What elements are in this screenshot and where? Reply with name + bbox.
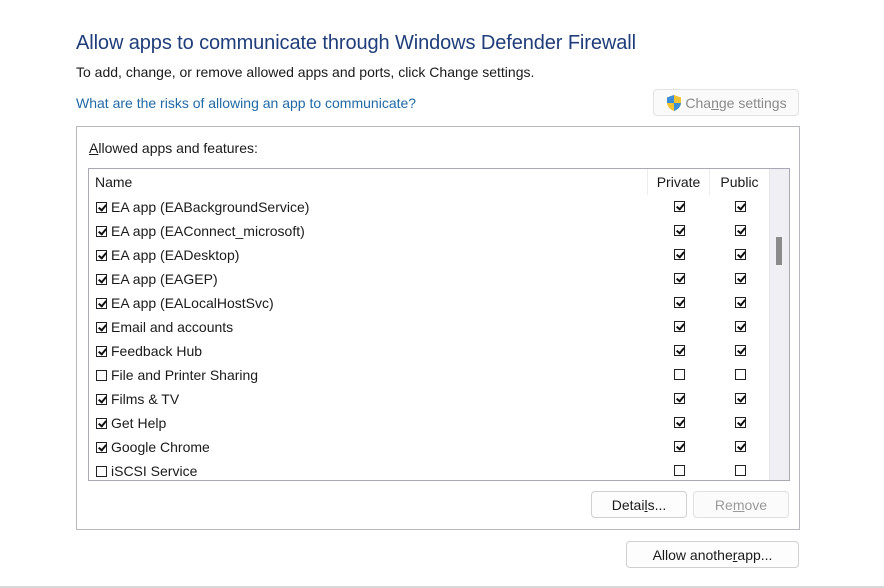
app-enabled-checkbox[interactable] [96,249,107,261]
app-enabled-checkbox[interactable] [96,201,107,213]
column-header-private[interactable]: Private [647,169,709,195]
app-enabled-checkbox[interactable] [96,369,107,381]
details-button[interactable]: Detai l s... [591,491,687,518]
private-checkbox[interactable] [674,345,685,356]
app-name: Films & TV [111,391,180,407]
app-name: Google Chrome [111,439,210,455]
public-checkbox[interactable] [735,321,746,332]
public-checkbox[interactable] [735,369,746,380]
private-checkbox[interactable] [674,369,685,380]
app-name-cell: File and Printer Sharing [96,366,258,384]
column-header-name[interactable]: Name [95,169,132,195]
app-row[interactable]: Films & TV [89,387,770,411]
public-checkbox[interactable] [735,441,746,452]
app-name: EA app (EAGEP) [111,271,218,287]
private-checkbox[interactable] [674,297,685,308]
page-description: To add, change, or remove allowed apps a… [76,64,535,80]
app-name: Email and accounts [111,319,234,335]
allowed-apps-label: Allowed apps and features: [89,140,258,156]
app-name: EA app (EADesktop) [111,247,240,263]
app-enabled-checkbox[interactable] [96,393,107,405]
private-checkbox[interactable] [674,225,685,236]
public-checkbox[interactable] [735,345,746,356]
app-name-cell: EA app (EAConnect_microsoft) [96,222,305,240]
app-name-cell: Films & TV [96,390,179,408]
public-checkbox[interactable] [735,201,746,212]
app-row[interactable]: iSCSI Service [89,459,770,480]
app-row[interactable]: EA app (EAConnect_microsoft) [89,219,770,243]
public-checkbox[interactable] [735,297,746,308]
app-enabled-checkbox[interactable] [96,441,107,453]
private-checkbox[interactable] [674,393,685,404]
app-name: iSCSI Service [111,463,198,479]
app-enabled-checkbox[interactable] [96,417,107,429]
private-checkbox[interactable] [674,249,685,260]
app-row[interactable]: Feedback Hub [89,339,770,363]
public-checkbox[interactable] [735,417,746,428]
app-rows: EA app (EABackgroundService) EA app (EACo… [89,195,770,480]
app-row[interactable]: Google Chrome [89,435,770,459]
app-row[interactable]: EA app (EALocalHostSvc) [89,291,770,315]
private-checkbox[interactable] [674,417,685,428]
private-checkbox[interactable] [674,441,685,452]
change-settings-label: Change settings [685,94,787,111]
private-checkbox[interactable] [674,321,685,332]
app-enabled-checkbox[interactable] [96,321,107,333]
app-name: File and Printer Sharing [111,367,259,383]
public-checkbox[interactable] [735,393,746,404]
app-enabled-checkbox[interactable] [96,297,107,309]
app-enabled-checkbox[interactable] [96,465,107,477]
app-enabled-checkbox[interactable] [96,345,107,357]
app-row[interactable]: EA app (EABackgroundService) [89,195,770,219]
app-name: Get Help [111,415,167,431]
allow-another-app-button[interactable]: Allow anothe r app... [626,541,799,568]
app-name-cell: Feedback Hub [96,342,202,360]
app-enabled-checkbox[interactable] [96,225,107,237]
vertical-scrollbar[interactable] [769,169,789,480]
app-name: Feedback Hub [111,343,203,359]
public-checkbox[interactable] [735,225,746,236]
app-name-cell: EA app (EAGEP) [96,270,218,288]
private-checkbox[interactable] [674,465,685,476]
private-checkbox[interactable] [674,201,685,212]
app-name-cell: Google Chrome [96,438,210,456]
remove-button[interactable]: Re m ove [693,491,789,518]
app-row[interactable]: EA app (EADesktop) [89,243,770,267]
app-name-cell: EA app (EALocalHostSvc) [96,294,274,312]
column-header-public[interactable]: Public [709,169,770,195]
public-checkbox[interactable] [735,249,746,260]
app-row[interactable]: EA app (EAGEP) [89,267,770,291]
app-enabled-checkbox[interactable] [96,273,107,285]
column-header-row: Name Private Public [89,169,770,195]
app-name: EA app (EAConnect_microsoft) [111,223,305,239]
app-name: EA app (EABackgroundService) [111,199,310,215]
private-checkbox[interactable] [674,273,685,284]
allowed-apps-list[interactable]: Name Private Public EA app (EABackground… [88,168,790,481]
app-row[interactable]: Get Help [89,411,770,435]
risks-link[interactable]: What are the risks of allowing an app to… [76,95,416,111]
public-checkbox[interactable] [735,465,746,476]
change-settings-button[interactable]: Change settings [653,89,799,116]
app-name-cell: Get Help [96,414,166,432]
public-checkbox[interactable] [735,273,746,284]
uac-shield-icon [667,94,682,111]
app-row[interactable]: File and Printer Sharing [89,363,770,387]
app-name: EA app (EALocalHostSvc) [111,295,274,311]
app-name-cell: iSCSI Service [96,462,197,480]
app-name-cell: EA app (EADesktop) [96,246,239,264]
app-row[interactable]: Email and accounts [89,315,770,339]
app-name-cell: EA app (EABackgroundService) [96,198,309,216]
app-name-cell: Email and accounts [96,318,233,336]
scrollbar-thumb[interactable] [776,237,782,265]
allowed-apps-group: Allowed apps and features: Name Private … [76,126,800,530]
page-title: Allow apps to communicate through Window… [76,32,636,54]
